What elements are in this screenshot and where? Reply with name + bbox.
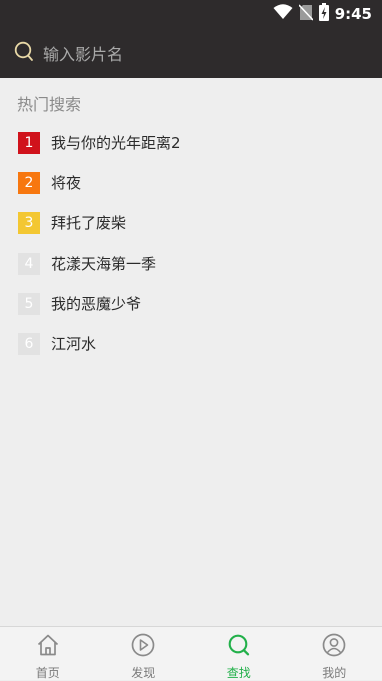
search-icon[interactable] <box>14 41 34 67</box>
tab-mine[interactable]: 我的 <box>287 627 382 680</box>
search-header <box>0 28 382 78</box>
tab-discover[interactable]: 发现 <box>96 627 192 680</box>
hot-search-title: 热门搜索 <box>17 91 81 115</box>
hot-search-item[interactable]: 4 花漾天海第一季 <box>18 253 181 293</box>
hot-search-item-title[interactable]: 将夜 <box>51 172 81 194</box>
rank-badge: 1 <box>18 132 40 154</box>
status-icons: 9:45 <box>273 4 372 24</box>
status-bar: 9:45 <box>0 0 382 28</box>
tab-label: 查找 <box>227 664 251 681</box>
search-input[interactable] <box>43 45 343 64</box>
hot-search-item[interactable]: 3 拜托了废柴 <box>18 212 181 252</box>
rank-badge: 4 <box>18 253 40 275</box>
tab-label: 首页 <box>36 664 60 681</box>
hot-search-list: 1 我与你的光年距离2 2 将夜 3 拜托了废柴 4 花漾天海第一季 5 我的恶… <box>18 132 181 373</box>
hot-search-item-title[interactable]: 我与你的光年距离2 <box>51 132 181 154</box>
hot-search-item[interactable]: 5 我的恶魔少爷 <box>18 293 181 333</box>
battery-charging-icon <box>319 3 329 25</box>
hot-search-item[interactable]: 6 江河水 <box>18 333 181 373</box>
hot-search-item-title[interactable]: 花漾天海第一季 <box>51 253 156 275</box>
rank-badge: 6 <box>18 333 40 355</box>
hot-search-item[interactable]: 1 我与你的光年距离2 <box>18 132 181 172</box>
rank-badge: 2 <box>18 172 40 194</box>
user-icon <box>321 632 347 662</box>
rank-badge: 3 <box>18 212 40 234</box>
hot-search-item[interactable]: 2 将夜 <box>18 172 181 212</box>
no-sim-icon <box>299 4 313 25</box>
tab-label: 我的 <box>322 664 346 681</box>
home-icon <box>35 632 61 662</box>
bottom-tab-bar: 首页 发现 查找 我的 <box>0 626 382 680</box>
hot-search-item-title[interactable]: 拜托了废柴 <box>51 212 126 234</box>
status-time: 9:45 <box>335 5 372 23</box>
tab-label: 发现 <box>131 664 155 681</box>
tab-home[interactable]: 首页 <box>0 627 96 680</box>
rank-badge: 5 <box>18 293 40 315</box>
tab-search[interactable]: 查找 <box>191 627 287 680</box>
hot-search-item-title[interactable]: 我的恶魔少爷 <box>51 293 141 315</box>
play-circle-icon <box>130 632 156 662</box>
hot-search-item-title[interactable]: 江河水 <box>51 333 96 355</box>
search-box[interactable] <box>14 41 343 67</box>
search-icon <box>226 632 252 662</box>
wifi-icon <box>273 4 293 24</box>
